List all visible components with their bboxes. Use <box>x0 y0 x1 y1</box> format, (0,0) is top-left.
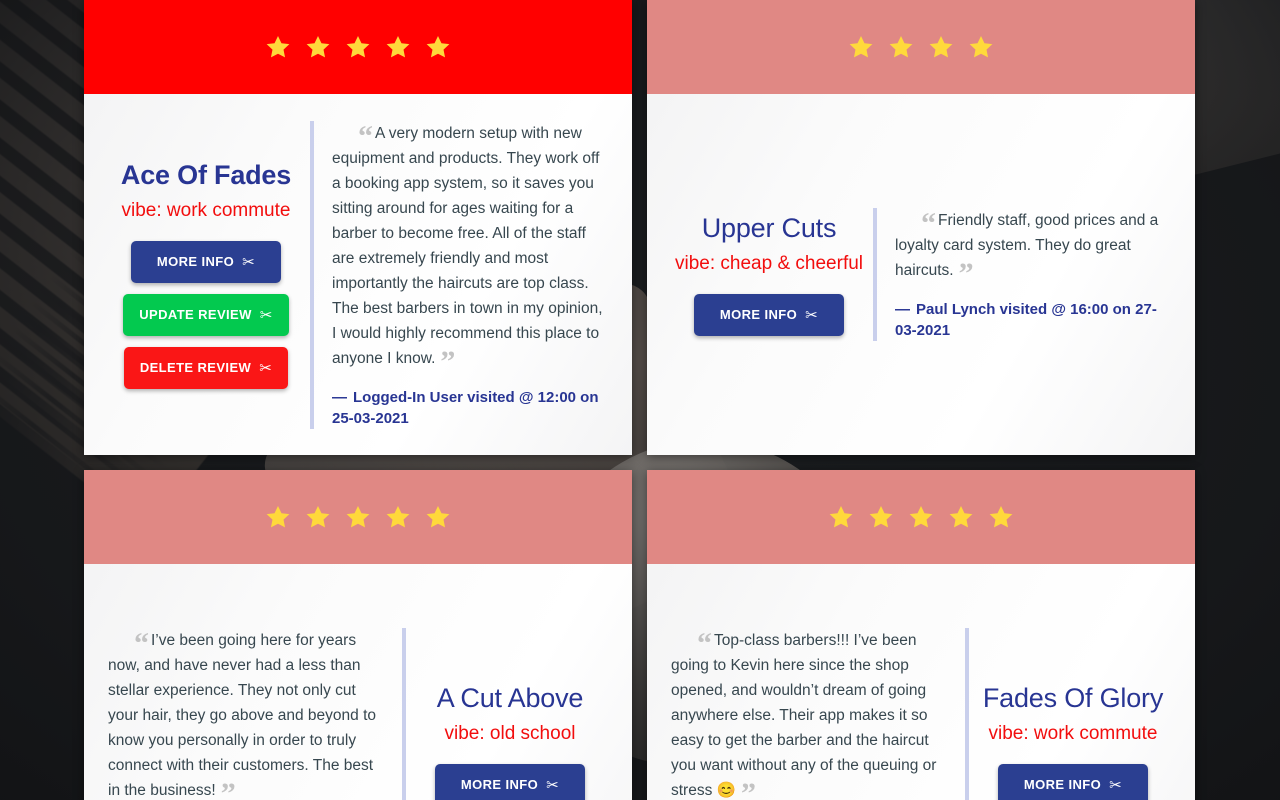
review-card-upper-cuts: Upper Cuts vibe: cheap & cheerful MORE INF… <box>647 0 1195 455</box>
star-icon <box>385 504 411 530</box>
card-actions: MORE INFO ✂ <box>979 763 1167 800</box>
card-body: A Cut Above vibe: old school MORE INFO ✂ “I’… <box>84 564 632 800</box>
star-icon <box>888 34 914 60</box>
rating-stars <box>265 504 451 530</box>
review-text: “Top-class barbers!!! I’ve been going to… <box>671 628 947 800</box>
star-icon <box>305 504 331 530</box>
star-icon <box>265 34 291 60</box>
shop-vibe: vibe: old school <box>444 723 576 745</box>
shop-vibe: vibe: work commute <box>988 723 1158 745</box>
scissors-icon: ✂ <box>546 776 560 794</box>
shop-name: A Cut Above <box>436 683 584 714</box>
scissors-icon: ✂ <box>805 306 819 324</box>
quote-open-icon: “ <box>358 119 373 153</box>
star-icon <box>968 34 994 60</box>
review-card-ace-of-fades: Ace Of Fades vibe: work commute MORE INFO ✂… <box>84 0 632 455</box>
review-section: “Friendly staff, good prices and a loyal… <box>873 208 1177 341</box>
card-actions: MORE INFO ✂ <box>675 293 863 336</box>
delete-review-button[interactable]: DELETE REVIEW ✂ <box>123 346 289 389</box>
scissors-icon: ✂ <box>1109 776 1123 794</box>
review-card-a-cut-above: A Cut Above vibe: old school MORE INFO ✂ “I’… <box>84 470 632 800</box>
update-review-button[interactable]: UPDATE REVIEW ✂ <box>123 293 289 336</box>
star-icon <box>848 34 874 60</box>
card-actions: MORE INFO ✂ <box>416 763 604 800</box>
card-actions: MORE INFO ✂ UPDATE REVIEW ✂ DELETE REVIEW ✂ <box>112 240 300 389</box>
star-icon <box>828 504 854 530</box>
quote-open-icon: “ <box>134 627 149 660</box>
scissors-icon: ✂ <box>259 306 273 324</box>
attribution-text: Logged-In User visited @ 12:00 on 25-03-… <box>332 388 599 427</box>
star-icon <box>385 34 411 60</box>
star-icon <box>868 504 894 530</box>
review-card-fades-of-glory: Fades Of Glory vibe: work commute MORE INF… <box>647 470 1195 800</box>
shop-info: A Cut Above vibe: old school MORE INFO ✂ <box>406 683 614 800</box>
more-info-button[interactable]: MORE INFO ✂ <box>694 293 844 336</box>
star-icon <box>265 504 291 530</box>
more-info-button[interactable]: MORE INFO ✂ <box>435 763 585 800</box>
scissors-icon: ✂ <box>259 359 273 377</box>
shop-name: Upper Cuts <box>701 213 837 244</box>
more-info-button[interactable]: MORE INFO ✂ <box>131 240 281 283</box>
rating-stars <box>848 34 994 60</box>
review-section: “A very modern setup with new equipment … <box>310 119 614 429</box>
rating-stars <box>828 504 1014 530</box>
card-body: Fades Of Glory vibe: work commute MORE INF… <box>647 564 1195 800</box>
shop-name: Fades Of Glory <box>982 683 1164 714</box>
star-icon <box>948 504 974 530</box>
quote-open-icon: “ <box>697 627 712 660</box>
card-rating-header <box>84 0 632 94</box>
review-body: A very modern setup with new equipment a… <box>332 124 603 367</box>
em-dash-icon: — <box>895 301 910 318</box>
attribution-text: Paul Lynch visited @ 16:00 on 27-03-2021 <box>895 301 1157 339</box>
review-attribution: — Logged-In User visited @ 12:00 on 25-03… <box>332 387 608 429</box>
star-icon <box>425 34 451 60</box>
card-body: Upper Cuts vibe: cheap & cheerful MORE INF… <box>647 94 1195 455</box>
quote-close-icon: ” <box>740 777 756 800</box>
star-icon <box>928 34 954 60</box>
more-info-button[interactable]: MORE INFO ✂ <box>998 763 1148 800</box>
card-body: Ace Of Fades vibe: work commute MORE INFO ✂… <box>84 94 632 455</box>
star-icon <box>425 504 451 530</box>
shop-name: Ace Of Fades <box>120 160 292 191</box>
quote-close-icon: ” <box>958 257 974 290</box>
card-rating-header <box>647 470 1195 564</box>
rating-stars <box>265 34 451 60</box>
shop-vibe: vibe: cheap & cheerful <box>675 253 864 275</box>
shop-info: Ace Of Fades vibe: work commute MORE INFO ✂… <box>102 160 310 389</box>
button-label: MORE INFO <box>460 777 539 793</box>
star-icon <box>908 504 934 530</box>
review-section: “I’ve been going here for years now, and… <box>102 628 406 800</box>
quote-close-icon: ” <box>220 777 236 800</box>
review-text: “A very modern setup with new equipment … <box>332 119 608 376</box>
button-label: MORE INFO <box>156 254 235 270</box>
em-dash-icon: — <box>332 388 347 406</box>
button-label: MORE INFO <box>719 307 798 323</box>
review-attribution: — Paul Lynch visited @ 16:00 on 27-03-202… <box>895 299 1171 341</box>
star-icon <box>988 504 1014 530</box>
quote-open-icon: “ <box>921 207 936 240</box>
shop-info: Upper Cuts vibe: cheap & cheerful MORE INF… <box>665 213 873 336</box>
review-text: “Friendly staff, good prices and a loyal… <box>895 207 1171 289</box>
card-rating-header <box>647 0 1195 94</box>
button-label: MORE INFO <box>1023 777 1102 793</box>
shop-info: Fades Of Glory vibe: work commute MORE INF… <box>969 683 1177 800</box>
star-icon <box>345 34 371 60</box>
review-text: “I’ve been going here for years now, and… <box>108 628 384 800</box>
review-card-grid: Ace Of Fades vibe: work commute MORE INFO ✂… <box>0 0 1280 800</box>
card-rating-header <box>84 470 632 564</box>
star-icon <box>305 34 331 60</box>
button-label: DELETE REVIEW <box>139 360 252 376</box>
star-icon <box>345 504 371 530</box>
review-section: “Top-class barbers!!! I’ve been going to… <box>665 628 969 800</box>
button-label: UPDATE REVIEW <box>139 307 252 323</box>
quote-close-icon: ” <box>440 344 456 378</box>
scissors-icon: ✂ <box>242 253 256 271</box>
shop-vibe: vibe: work commute <box>121 200 291 222</box>
